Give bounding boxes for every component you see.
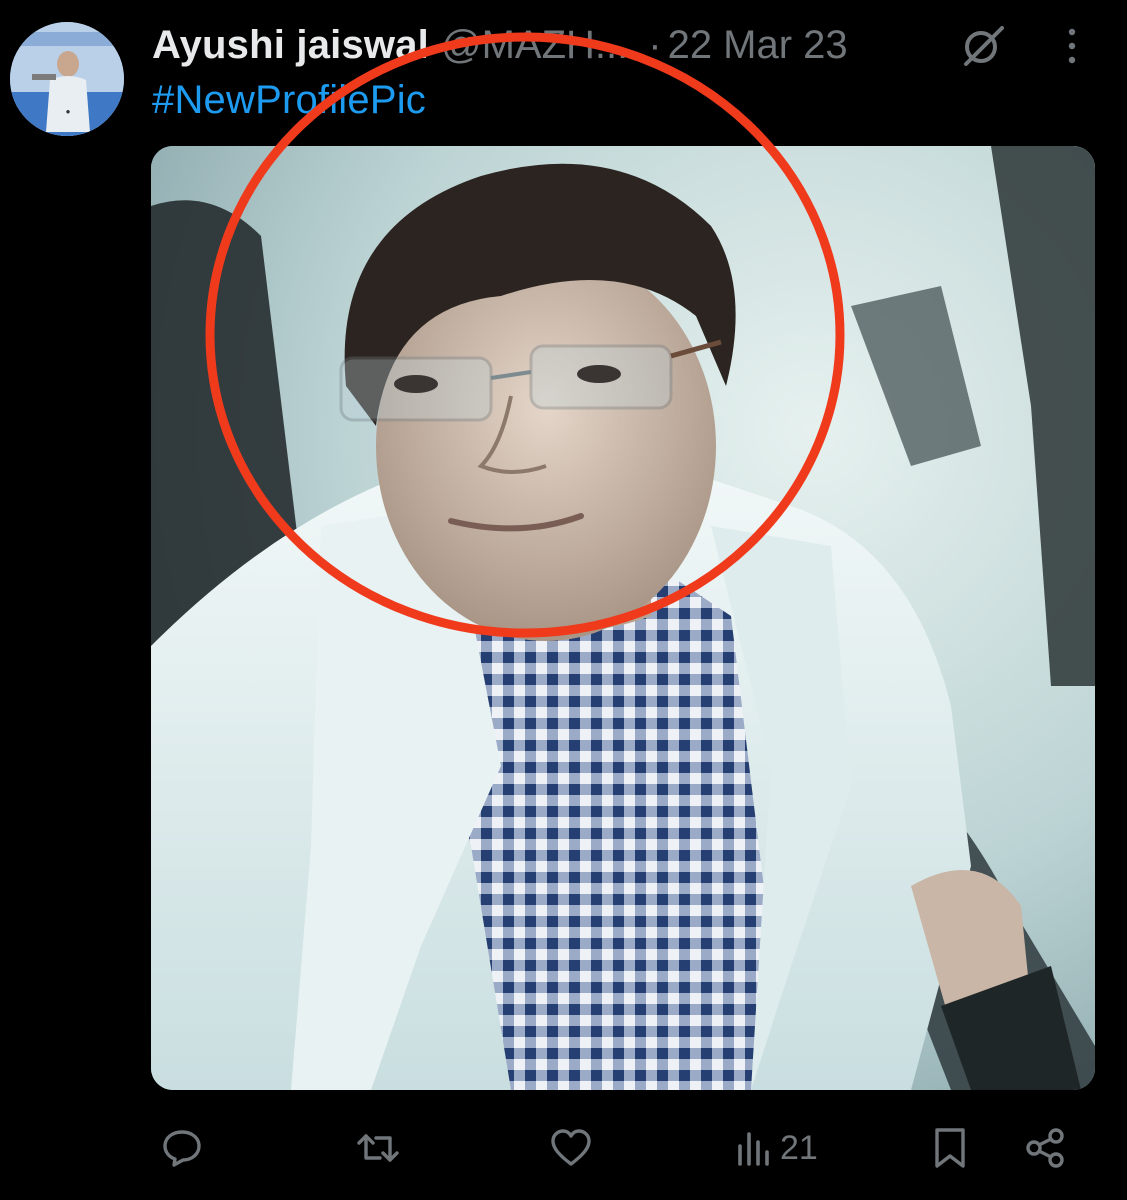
hashtag-link[interactable]: #NewProfilePic [152, 78, 426, 123]
user-handle[interactable]: @MAZH... [441, 23, 628, 68]
bookmark-button[interactable] [932, 1115, 968, 1181]
share-icon [1026, 1128, 1064, 1168]
more-options-icon[interactable] [1060, 26, 1084, 66]
tweet-media-photo[interactable] [151, 146, 1095, 1090]
like-button[interactable] [550, 1115, 592, 1181]
heart-icon [551, 1129, 591, 1166]
separator-dot: · [648, 22, 662, 67]
selfie-photo [151, 146, 1095, 1090]
retweet-button[interactable] [356, 1115, 400, 1181]
share-button[interactable] [1024, 1115, 1066, 1181]
views-icon [738, 1132, 769, 1166]
reply-icon [163, 1130, 201, 1167]
tweet-header: Ayushi jaiswal @MAZH... · 22 Mar 23 [152, 20, 1092, 70]
svg-text:●: ● [66, 107, 71, 116]
retweet-icon [357, 1134, 399, 1162]
views-button[interactable]: 21 [736, 1115, 818, 1181]
tweet[interactable]: ● Ayushi jaiswal @MAZH... · 22 Mar 23 #N… [0, 0, 1127, 1200]
avatar-image: ● [10, 22, 124, 136]
avatar[interactable]: ● [10, 22, 124, 136]
timestamp[interactable]: 22 Mar 23 [668, 23, 848, 68]
grok-icon[interactable] [960, 22, 1006, 68]
bookmark-icon [935, 1128, 965, 1168]
reply-button[interactable] [162, 1115, 202, 1181]
tweet-action-bar: 21 [150, 1115, 1090, 1181]
views-count: 21 [780, 1128, 818, 1167]
display-name[interactable]: Ayushi jaiswal [152, 23, 429, 68]
